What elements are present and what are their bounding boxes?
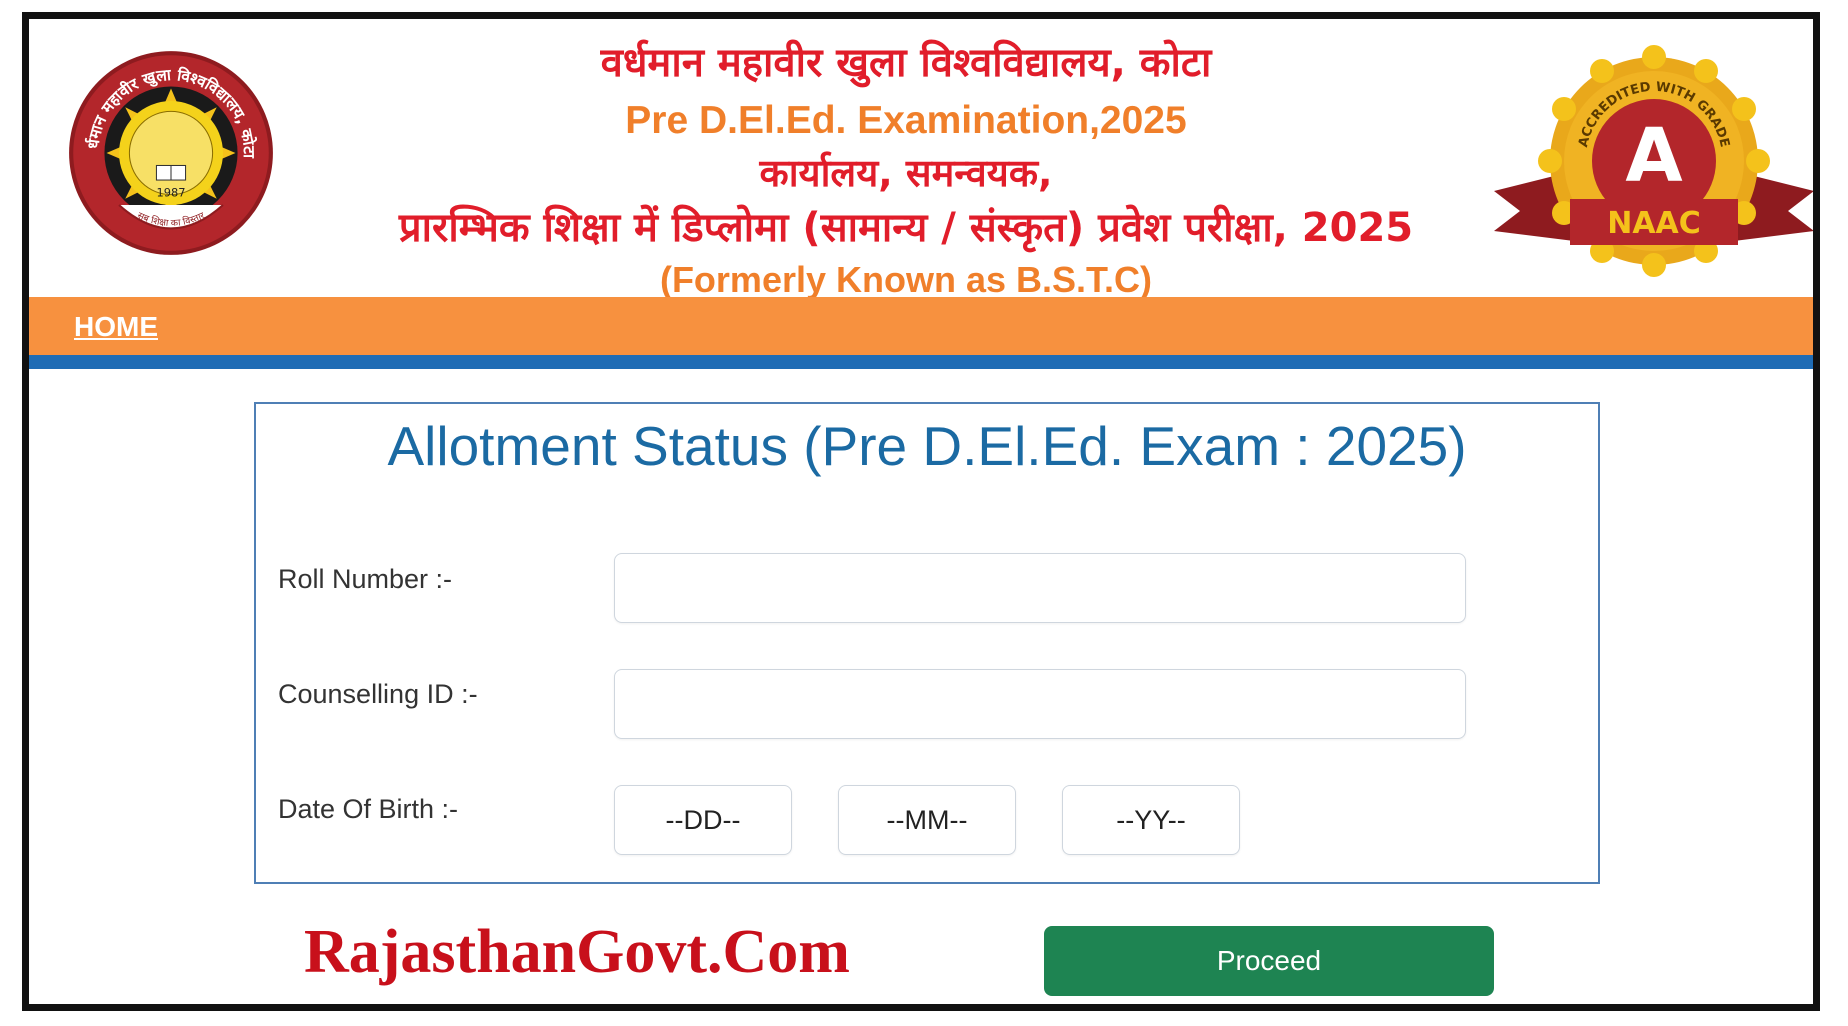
university-logo: वर्धमान महावीर खुला विश्वविद्यालय, कोटा … (67, 49, 273, 255)
dob-month-text: --MM-- (886, 804, 968, 835)
nav-bar: HOME (29, 297, 1813, 355)
page-frame: वर्धमान महावीर खुला विश्वविद्यालय, कोटा … (22, 12, 1820, 1011)
counselling-id-input[interactable] (614, 669, 1466, 739)
dob-year-select[interactable]: --YY-- (1062, 785, 1240, 855)
naac-ribbon-text: NAAC (1607, 206, 1701, 241)
formerly-known: (Formerly Known as B.S.T.C) (659, 259, 1153, 300)
roll-number-label: Roll Number :- (278, 564, 453, 594)
roll-number-input[interactable] (614, 553, 1466, 623)
naac-grade: A (1625, 113, 1682, 199)
site-header: वर्धमान महावीर खुला विश्वविद्यालय, कोटा … (29, 19, 1813, 298)
logo-year: 1987 (156, 186, 185, 200)
allotment-form: Allotment Status (Pre D.El.Ed. Exam : 20… (254, 402, 1600, 884)
exam-name: Pre D.El.Ed. Examination,2025 (625, 99, 1187, 142)
university-name: वर्धमान महावीर खुला विश्वविद्यालय, कोटा (600, 40, 1212, 86)
header-text: वर्धमान महावीर खुला विश्वविद्यालय, कोटा … (289, 29, 1523, 298)
dob-label: Date Of Birth :- (278, 794, 459, 824)
dob-day-select[interactable]: --DD-- (614, 785, 792, 855)
office-coordinator: कार्यालय, समन्वयक, (759, 151, 1053, 195)
counselling-id-label: Counselling ID :- (278, 679, 478, 709)
nav-divider (29, 355, 1813, 369)
diploma-exam-title: प्रारम्भिक शिक्षा में डिप्लोमा (सामान्य … (398, 205, 1414, 251)
dob-month-select[interactable]: --MM-- (838, 785, 1016, 855)
form-title: Allotment Status (Pre D.El.Ed. Exam : 20… (387, 415, 1467, 477)
nav-home-link[interactable]: HOME (74, 311, 158, 343)
dob-day-text: --DD-- (665, 804, 741, 835)
dob-year-text: --YY-- (1116, 804, 1186, 835)
watermark: RajasthanGovt.Com (304, 918, 850, 986)
proceed-button[interactable]: Proceed (1044, 926, 1494, 996)
naac-badge-icon: ACCREDITED WITH GRADE A NAAC (1494, 45, 1813, 277)
